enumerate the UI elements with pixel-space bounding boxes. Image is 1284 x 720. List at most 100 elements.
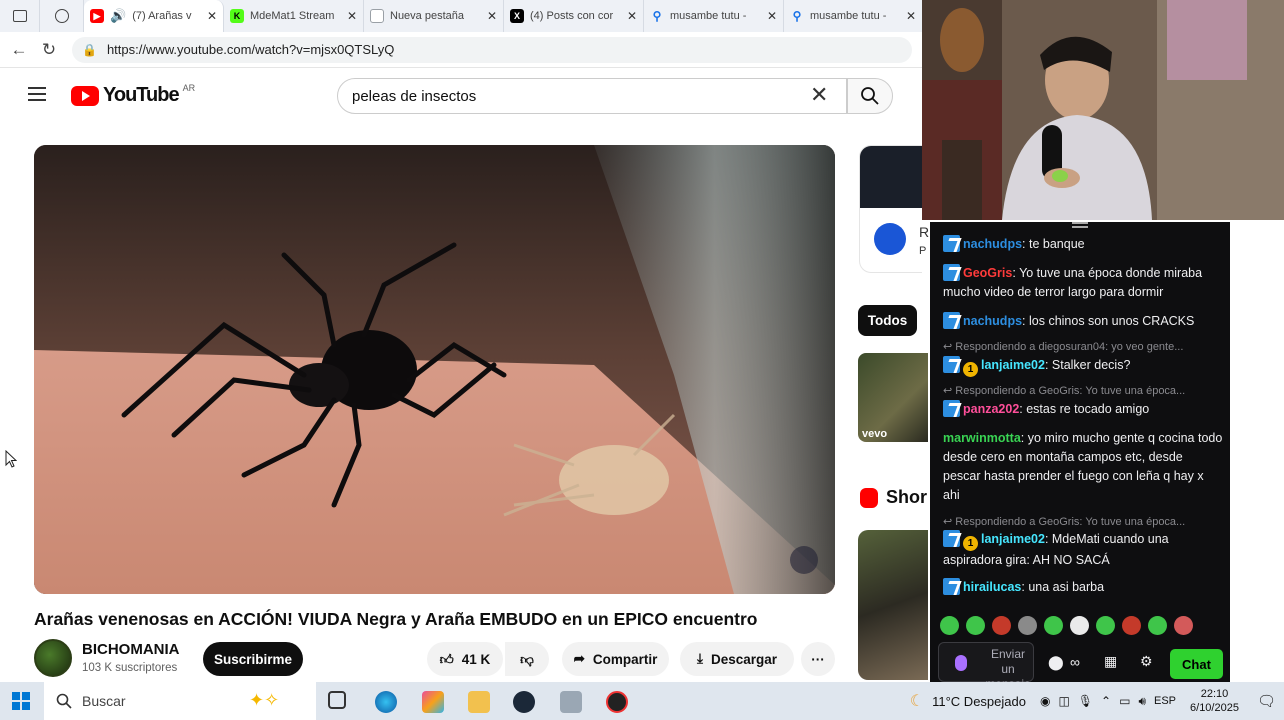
tab-youtube[interactable]: ▶ 🔊 (7) Arañas v ✕: [84, 0, 224, 32]
steam-icon[interactable]: [513, 691, 535, 713]
emote-picker-icon[interactable]: ⬤: [1048, 654, 1064, 671]
youtube-logo[interactable]: YouTube AR: [71, 83, 195, 107]
tab-kick[interactable]: K MdeMat1 Stream ✕: [224, 0, 364, 32]
tab-x-posts[interactable]: X (4) Posts con cor ✕: [504, 0, 644, 32]
chat-input[interactable]: Enviar un mensaje: [938, 642, 1034, 691]
emote-icon[interactable]: [1018, 616, 1037, 635]
like-button[interactable]: 👍︎ 41 K: [427, 642, 503, 676]
store-icon[interactable]: ▦: [1104, 653, 1117, 670]
channel-avatar[interactable]: [34, 639, 72, 677]
more-actions-button[interactable]: ···: [801, 642, 835, 676]
emote-icon[interactable]: [1174, 616, 1193, 635]
emote-icon[interactable]: [992, 616, 1011, 635]
reply-text: Respondiendo a GeoGris: Yo tuve una époc…: [955, 516, 1186, 528]
taskbar-search[interactable]: Buscar ✦✧: [44, 682, 316, 720]
clear-search-icon[interactable]: ✕: [810, 82, 828, 108]
youtube-play-icon: [71, 85, 99, 106]
url-field[interactable]: 🔒 https://www.youtube.com/watch?v=mjsx0Q…: [72, 36, 912, 63]
chat-username[interactable]: marwinmotta: [943, 431, 1021, 445]
drag-handle[interactable]: [1072, 222, 1088, 228]
clock[interactable]: 22:10 6/10/2025: [1190, 687, 1239, 715]
close-icon[interactable]: ✕: [627, 9, 637, 23]
kick-icon: K: [230, 9, 244, 23]
chat-username[interactable]: panza202: [963, 402, 1019, 416]
close-icon[interactable]: ✕: [906, 9, 916, 23]
chat-text: los chinos son unos CRACKS: [1029, 314, 1195, 328]
search-button[interactable]: [847, 78, 893, 114]
emote-icon[interactable]: [1096, 616, 1115, 635]
microphone-icon[interactable]: [955, 655, 967, 671]
close-icon[interactable]: ✕: [487, 9, 497, 23]
channel-name[interactable]: BICHOMANIA: [82, 641, 180, 658]
chat-username[interactable]: GeoGris: [963, 266, 1012, 280]
chat-message: nachudps: los chinos son unos CRACKS: [943, 312, 1223, 331]
emote-icon[interactable]: [1044, 616, 1063, 635]
reload-button[interactable]: ↻: [34, 35, 64, 65]
menu-icon[interactable]: [28, 87, 46, 101]
tray-icon[interactable]: ◫: [1058, 694, 1069, 708]
search-input[interactable]: peleas de insectos: [337, 78, 847, 114]
tab-globe[interactable]: [40, 0, 84, 32]
site-info-icon[interactable]: 🔒: [82, 43, 97, 57]
task-view-icon[interactable]: [328, 691, 346, 709]
tab-search-2[interactable]: ⚲ musambe tutu - ✕: [784, 0, 922, 32]
infinity-icon[interactable]: ∞: [1070, 654, 1080, 670]
emote-icon[interactable]: [1122, 616, 1141, 635]
emote-icon[interactable]: [1070, 616, 1089, 635]
share-button[interactable]: ➦ Compartir: [562, 642, 669, 676]
speaker-icon[interactable]: 🔊: [110, 8, 126, 24]
language-indicator[interactable]: ESP: [1154, 695, 1176, 707]
close-icon[interactable]: ✕: [347, 9, 357, 23]
settings-icon[interactable]: ⚙: [1140, 653, 1153, 670]
dislike-button[interactable]: 👎︎: [505, 642, 549, 676]
search-icon: [56, 693, 72, 709]
subscribe-button[interactable]: Suscribirme: [203, 642, 303, 676]
chat-text: Stalker decis?: [1051, 358, 1131, 372]
tray-icon[interactable]: ◉: [1040, 694, 1050, 708]
chat-username[interactable]: nachudps: [963, 237, 1022, 251]
badge-icon: [943, 264, 960, 281]
back-button[interactable]: ←: [4, 35, 34, 65]
emote-bar: [940, 616, 1193, 635]
short-thumbnail[interactable]: [858, 530, 928, 680]
tab-search-1[interactable]: ⚲ musambe tutu - ✕: [644, 0, 784, 32]
chat-username[interactable]: nachudps: [963, 314, 1022, 328]
tab-actions-button[interactable]: [0, 0, 40, 32]
chat-message: nachudps: te banque: [943, 235, 1223, 254]
sub-badge-icon: 1: [963, 536, 978, 551]
chat-username[interactable]: hirailucas: [963, 580, 1021, 594]
emote-icon[interactable]: [1148, 616, 1167, 635]
chat-send-button[interactable]: Chat: [1170, 649, 1223, 679]
app-icon[interactable]: [560, 691, 582, 713]
reply-context: ↩ Respondiendo a GeoGris: Yo tuve una ép…: [943, 385, 1186, 397]
notifications-icon[interactable]: 🗨: [1257, 692, 1276, 710]
microphone-icon[interactable]: 🎙︎: [1078, 694, 1093, 708]
reply-context: ↩ Respondiendo a GeoGris: Yo tuve una ép…: [943, 516, 1186, 528]
video-player[interactable]: [34, 145, 835, 594]
emote-icon[interactable]: [940, 616, 959, 635]
browser-tab-bar: ▶ 🔊 (7) Arañas v ✕ K MdeMat1 Stream ✕ Nu…: [0, 0, 922, 32]
chat-username[interactable]: lanjaime02: [981, 532, 1045, 546]
chip-all[interactable]: Todos: [858, 305, 917, 336]
file-explorer-icon[interactable]: [468, 691, 490, 713]
copilot-icon[interactable]: [422, 691, 444, 713]
globe-icon: [54, 9, 69, 23]
search-icon: [861, 87, 879, 105]
network-icon[interactable]: ▭: [1119, 694, 1130, 708]
windows-start-button[interactable]: [12, 692, 30, 710]
chevron-up-icon[interactable]: ⌃: [1101, 694, 1111, 708]
close-icon[interactable]: ✕: [207, 9, 217, 23]
emote-icon[interactable]: [966, 616, 985, 635]
shorts-icon: [860, 487, 878, 508]
close-icon[interactable]: ✕: [767, 9, 777, 23]
reply-text: Respondiendo a diegosuran04: yo veo gent…: [955, 341, 1184, 353]
volume-icon[interactable]: 🔊︎: [1138, 694, 1146, 709]
chat-username[interactable]: lanjaime02: [981, 358, 1045, 372]
download-button[interactable]: ⤓ Descargar: [680, 642, 794, 676]
obs-icon[interactable]: [606, 691, 628, 713]
tab-new[interactable]: Nueva pestaña ✕: [364, 0, 504, 32]
weather-text[interactable]: 11°C Despejado: [932, 694, 1026, 709]
chat-text: MdeMati cuando una aspiradora gira: AH N…: [943, 532, 1169, 567]
edge-icon[interactable]: [375, 691, 397, 713]
system-tray: ☾ 11°C Despejado ◉ ◫ 🎙︎ ⌃ ▭ 🔊︎ ESP 22:10…: [910, 682, 1284, 720]
